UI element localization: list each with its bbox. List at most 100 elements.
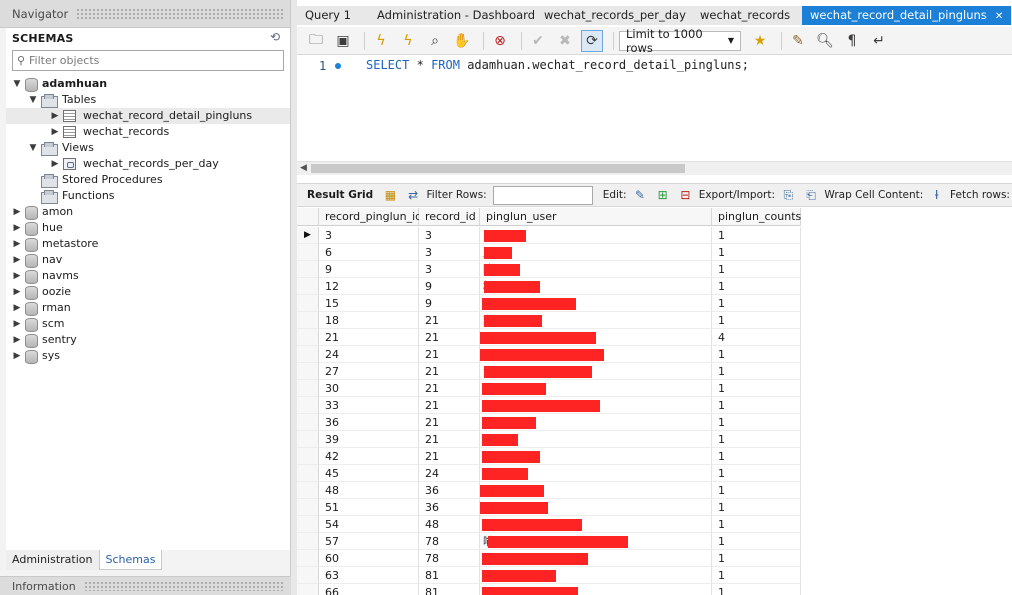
row-selector[interactable] <box>297 295 319 312</box>
cell-record-id[interactable]: 3 <box>419 227 480 244</box>
cell-record-pinglun-id[interactable]: 30 <box>319 380 419 397</box>
cell-record-pinglun-id[interactable]: 63 <box>319 567 419 584</box>
table-row[interactable]: 54 48 1 <box>297 516 801 533</box>
column-header[interactable]: record_id <box>419 208 480 226</box>
expand-arrow-icon[interactable]: ▶ <box>12 348 22 364</box>
cell-record-pinglun-id[interactable]: 27 <box>319 363 419 380</box>
cell-pinglun-counts[interactable]: 1 <box>712 448 801 465</box>
cell-pinglun-counts[interactable]: 1 <box>712 278 801 295</box>
scrollbar-thumb[interactable] <box>311 164 685 173</box>
table-row[interactable]: 63 81 1 <box>297 567 801 584</box>
cell-record-pinglun-id[interactable]: 48 <box>319 482 419 499</box>
row-selector[interactable] <box>297 363 319 380</box>
cell-record-pinglun-id[interactable]: 9 <box>319 261 419 278</box>
beautify-icon[interactable]: ✎ <box>787 30 809 52</box>
column-header[interactable]: pinglun_user <box>480 208 712 226</box>
table-row[interactable]: 5778喻1 <box>297 533 801 550</box>
cell-pinglun-user[interactable]: 喻 <box>480 533 712 550</box>
refresh-icon[interactable]: ⟲ <box>268 30 282 44</box>
row-selector[interactable] <box>297 261 319 278</box>
grip-dots[interactable] <box>76 7 284 20</box>
cell-record-pinglun-id[interactable]: 57 <box>319 533 419 550</box>
cell-pinglun-user[interactable] <box>480 346 712 363</box>
schema-metastore[interactable]: ▶ metastore <box>12 236 98 252</box>
table-row[interactable]: 51 36 1 <box>297 499 801 516</box>
row-selector[interactable] <box>297 312 319 329</box>
expand-arrow-icon[interactable]: ▶ <box>50 124 60 140</box>
table-row[interactable]: 48 36 1 <box>297 482 801 499</box>
schema-amon[interactable]: ▶ amon <box>12 204 73 220</box>
cell-record-id[interactable]: 24 <box>419 465 480 482</box>
row-selector[interactable] <box>297 516 319 533</box>
cell-pinglun-counts[interactable]: 1 <box>712 295 801 312</box>
wrap-icon[interactable]: Ɨ <box>930 188 943 202</box>
edit-row-icon[interactable]: ✎ <box>634 188 647 202</box>
cell-pinglun-user[interactable] <box>480 499 712 516</box>
cell-record-pinglun-id[interactable]: 42 <box>319 448 419 465</box>
cell-record-id[interactable]: 9 <box>419 278 480 295</box>
expand-arrow-icon[interactable]: ▶ <box>12 284 22 300</box>
schema-sentry[interactable]: ▶ sentry <box>12 332 77 348</box>
cell-record-pinglun-id[interactable]: 54 <box>319 516 419 533</box>
cell-pinglun-counts[interactable]: 1 <box>712 261 801 278</box>
cell-record-id[interactable]: 3 <box>419 244 480 261</box>
cell-record-id[interactable]: 78 <box>419 550 480 567</box>
table-row[interactable]: 93陈1 <box>297 261 801 278</box>
view-item-wechat-records-per-day[interactable]: ▶ wechat_records_per_day <box>50 156 219 172</box>
explain-icon[interactable]: ⌕ <box>424 30 446 52</box>
cell-pinglun-counts[interactable]: 1 <box>712 431 801 448</box>
word-wrap-icon[interactable]: ↵ <box>868 30 890 52</box>
table-item-wechat-record-detail-pingluns[interactable]: ▶ wechat_record_detail_pingluns <box>6 108 290 124</box>
expand-arrow-icon[interactable]: ▶ <box>12 332 22 348</box>
expand-arrow-icon[interactable]: ▶ <box>12 316 22 332</box>
cell-pinglun-counts[interactable]: 1 <box>712 414 801 431</box>
cell-pinglun-counts[interactable]: 1 <box>712 550 801 567</box>
cell-pinglun-user[interactable] <box>480 397 712 414</box>
cell-record-id[interactable]: 78 <box>419 533 480 550</box>
table-row[interactable]: 36 21 1 <box>297 414 801 431</box>
cell-pinglun-user[interactable] <box>480 567 712 584</box>
commit-icon[interactable]: ✔ <box>527 30 549 52</box>
cell-pinglun-user[interactable] <box>480 584 712 595</box>
save-icon[interactable]: ▣ <box>332 30 354 52</box>
tab-wechat-records-per-day[interactable]: wechat_records_per_day <box>536 6 692 25</box>
column-header[interactable]: pinglun_counts <box>712 208 801 226</box>
close-icon[interactable]: ✕ <box>995 11 1003 22</box>
row-selector[interactable] <box>297 465 319 482</box>
views-folder[interactable]: ▼ Views <box>28 140 94 156</box>
toggle-error-icon[interactable]: ⊗ <box>489 30 511 52</box>
cell-record-id[interactable]: 21 <box>419 363 480 380</box>
cell-record-pinglun-id[interactable]: 45 <box>319 465 419 482</box>
sql-text[interactable]: SELECT * FROM adamhuan.wechat_record_det… <box>366 58 749 72</box>
cell-record-pinglun-id[interactable]: 33 <box>319 397 419 414</box>
cell-record-pinglun-id[interactable]: 39 <box>319 431 419 448</box>
sql-editor[interactable]: 1 SELECT * FROM adamhuan.wechat_record_d… <box>297 56 1012 176</box>
cell-pinglun-user[interactable] <box>480 227 712 244</box>
cell-record-id[interactable]: 9 <box>419 295 480 312</box>
stored-procedures-folder[interactable]: Stored Procedures <box>28 172 163 188</box>
expand-arrow-icon[interactable]: ▶ <box>12 252 22 268</box>
collapse-arrow-icon[interactable]: ▼ <box>28 92 38 108</box>
cell-record-id[interactable]: 36 <box>419 482 480 499</box>
row-selector[interactable] <box>297 567 319 584</box>
execute-current-icon[interactable]: ϟ <box>397 30 419 52</box>
expand-arrow-icon[interactable]: ▶ <box>12 220 22 236</box>
tab-schemas[interactable]: Schemas <box>98 550 163 570</box>
cell-pinglun-counts[interactable]: 1 <box>712 380 801 397</box>
cell-pinglun-user[interactable]: 杨 <box>480 278 712 295</box>
cell-pinglun-user[interactable] <box>480 448 712 465</box>
tab-administration-dashboard[interactable]: Administration - Dashboard <box>369 6 536 25</box>
table-row[interactable]: 15 9 1 <box>297 295 801 312</box>
cell-record-id[interactable]: 81 <box>419 567 480 584</box>
cell-record-pinglun-id[interactable]: 24 <box>319 346 419 363</box>
cell-record-pinglun-id[interactable]: 60 <box>319 550 419 567</box>
cell-record-id[interactable]: 21 <box>419 448 480 465</box>
expand-arrow-icon[interactable]: ▶ <box>12 268 22 284</box>
filter-objects-field[interactable]: ⚲ <box>12 50 284 71</box>
collapse-arrow-icon[interactable]: ▼ <box>28 140 38 156</box>
cell-record-pinglun-id[interactable]: 21 <box>319 329 419 346</box>
filter-rows-input[interactable] <box>492 185 593 205</box>
cell-pinglun-user[interactable] <box>480 482 712 499</box>
cell-pinglun-counts[interactable]: 1 <box>712 346 801 363</box>
expand-arrow-icon[interactable]: ▶ <box>12 236 22 252</box>
